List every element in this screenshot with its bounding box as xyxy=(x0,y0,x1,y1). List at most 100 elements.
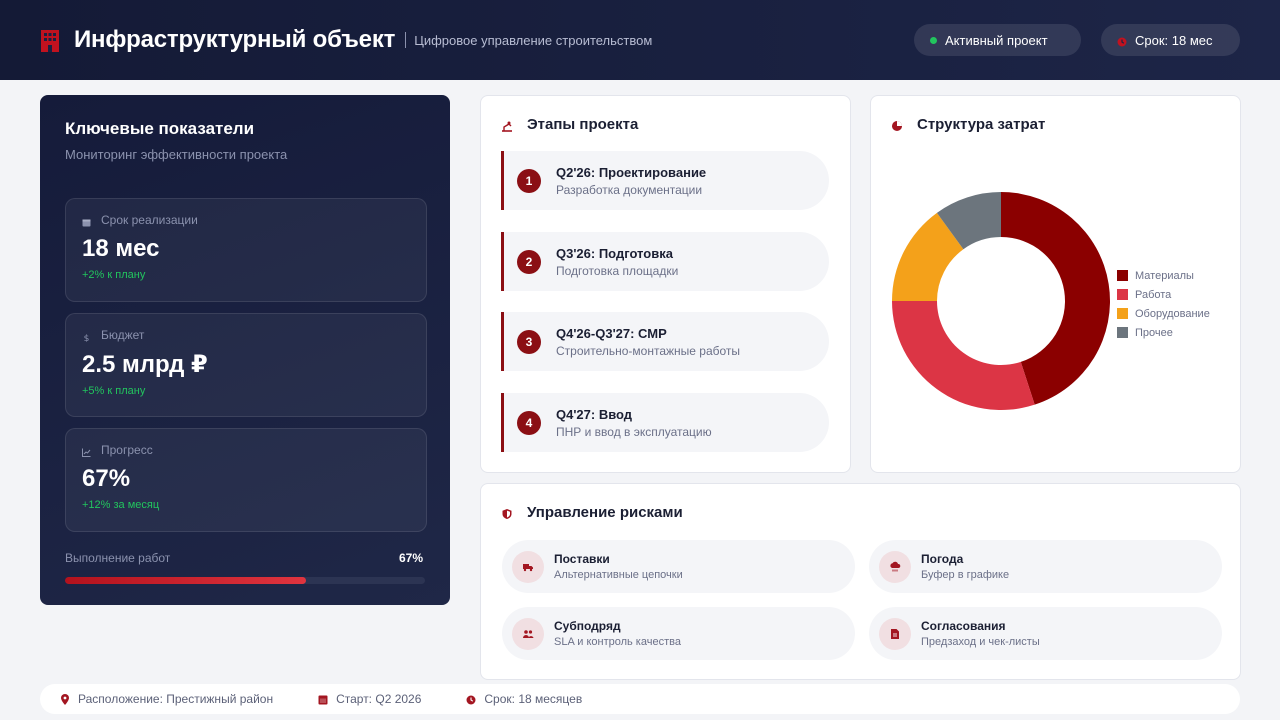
kpi-card-label-row: Срок реализации xyxy=(82,213,410,227)
risk-text: Субподряд SLA и контроль качества xyxy=(554,619,681,648)
kpi-card-progress[interactable]: Прогресс 67% +12% за месяц xyxy=(65,428,427,532)
legend-label: Материалы xyxy=(1135,269,1194,282)
risks-title-label: Управление рисками xyxy=(527,504,683,521)
calendar-icon xyxy=(82,216,91,226)
stage-desc: Подготовка площадки xyxy=(556,263,679,278)
risk-item-approvals[interactable]: Согласования Предзаход и чек-листы xyxy=(869,607,1222,660)
risk-text: Согласования Предзаход и чек-листы xyxy=(921,619,1040,648)
progress-value: 67% xyxy=(398,551,423,565)
calendar-icon xyxy=(318,694,328,705)
stage-text: Q2'26: Проектирование Разработка докумен… xyxy=(556,165,706,197)
risk-title: Согласования xyxy=(921,619,1006,633)
risk-title: Погода xyxy=(921,552,964,566)
risk-text: Поставки Альтернативные цепочки xyxy=(554,552,683,581)
stage-item[interactable]: 1 Q2'26: Проектирование Разработка докум… xyxy=(501,151,829,210)
stage-desc: ПНР и ввод в эксплуатацию xyxy=(556,424,712,439)
header-status-group: Активный проект Срок: 18 мес xyxy=(914,24,1240,56)
footer-location-label: Расположение: Престижный район xyxy=(78,692,274,706)
legend-item[interactable]: Прочее xyxy=(1117,323,1210,342)
kpi-card-label: Срок реализации xyxy=(101,213,198,227)
footer-duration-label: Срок: 18 месяцев xyxy=(484,692,583,706)
progress-bar xyxy=(65,577,425,584)
risks-card: Управление рисками Поставки Альтернативн… xyxy=(480,483,1241,680)
legend-item[interactable]: Работа xyxy=(1117,285,1210,304)
stage-number: 4 xyxy=(517,410,541,435)
risk-item-supply[interactable]: Поставки Альтернативные цепочки xyxy=(502,540,855,593)
stage-desc: Разработка документации xyxy=(556,182,703,197)
risk-desc: Альтернативные цепочки xyxy=(554,569,683,581)
kpi-card-label: Бюджет xyxy=(101,328,145,342)
crane-icon xyxy=(501,119,513,132)
risk-desc: SLA и контроль качества xyxy=(554,636,681,648)
legend-item[interactable]: Материалы xyxy=(1117,266,1210,285)
cloud-rain-icon xyxy=(879,550,911,583)
stage-title: Q4'27: Ввод xyxy=(556,406,633,422)
term-badge[interactable]: Срок: 18 мес xyxy=(1101,24,1240,56)
chart-icon xyxy=(82,446,91,457)
kpi-card-delta: +2% к плану xyxy=(82,269,146,281)
footer-start: Старт: Q2 2026 xyxy=(318,692,421,706)
stages-title: Этапы проекта xyxy=(501,116,638,133)
risk-title: Субподряд xyxy=(554,619,621,633)
legend-swatch xyxy=(1117,289,1128,300)
footer-bar: Расположение: Престижный район Старт: Q2… xyxy=(40,684,1240,714)
stage-number: 2 xyxy=(517,249,541,274)
footer-location: Расположение: Престижный район xyxy=(60,692,273,706)
cost-legend: Материалы Работа Оборудование Прочее xyxy=(1117,266,1210,342)
donut-slice-2[interactable] xyxy=(892,301,1035,410)
legend-label: Оборудование xyxy=(1135,307,1210,320)
stage-item[interactable]: 3 Q4'26-Q3'27: СМР Строительно-монтажные… xyxy=(501,312,829,371)
svg-text:$: $ xyxy=(84,334,90,342)
kpi-card-value: 2.5 млрд ₽ xyxy=(82,351,208,378)
clock-icon xyxy=(466,694,476,705)
costs-card: Структура затрат Материалы Работа Оборудов… xyxy=(870,95,1241,473)
legend-label: Прочее xyxy=(1135,326,1173,339)
header-bar: Инфраструктурный объект Цифровое управле… xyxy=(0,0,1280,80)
kpi-card-budget[interactable]: $ Бюджет 2.5 млрд ₽ +5% к плану xyxy=(65,313,427,417)
risk-item-weather[interactable]: Погода Буфер в графике xyxy=(869,540,1222,593)
stage-text: Q4'27: Ввод ПНР и ввод в эксплуатацию xyxy=(556,407,712,439)
status-badge-label: Активный проект xyxy=(945,32,1048,48)
kpi-card-duration[interactable]: Срок реализации 18 мес +2% к плану xyxy=(65,198,427,302)
risk-title: Поставки xyxy=(554,552,610,566)
stage-text: Q4'26-Q3'27: СМР Строительно-монтажные р… xyxy=(556,326,740,358)
risk-text: Погода Буфер в графике xyxy=(921,552,1009,581)
map-pin-icon xyxy=(60,693,70,705)
title-divider xyxy=(405,32,407,48)
clock-icon xyxy=(1117,35,1127,47)
stage-item[interactable]: 4 Q4'27: Ввод ПНР и ввод в эксплуатацию xyxy=(501,393,829,452)
stage-title: Q4'26-Q3'27: СМР xyxy=(556,325,667,341)
progress-label-row: Выполнение работ 67% xyxy=(65,551,423,565)
users-icon xyxy=(512,617,544,650)
kpi-card-delta: +12% за месяц xyxy=(82,499,160,511)
kpi-card-delta: +5% к плану xyxy=(82,385,146,397)
kpi-card-label: Прогресс xyxy=(101,443,153,457)
risk-desc: Буфер в графике xyxy=(921,569,1010,581)
legend-swatch xyxy=(1117,308,1128,319)
stages-title-label: Этапы проекта xyxy=(527,116,639,133)
document-icon xyxy=(879,617,911,650)
kpi-card-label-row: Прогресс xyxy=(82,443,410,457)
stage-desc: Строительно-монтажные работы xyxy=(556,343,741,358)
progress-label: Выполнение работ xyxy=(65,551,171,565)
building-icon xyxy=(40,28,60,52)
shield-icon xyxy=(501,507,513,519)
page-title: Инфраструктурный объект xyxy=(74,26,396,53)
truck-icon xyxy=(512,550,544,583)
stage-number: 1 xyxy=(517,168,541,193)
legend-item[interactable]: Оборудование xyxy=(1117,304,1210,323)
page-subtitle: Цифровое управление строительством xyxy=(414,32,653,48)
status-dot-icon xyxy=(930,36,937,44)
status-badge[interactable]: Активный проект xyxy=(914,24,1081,56)
risks-title: Управление рисками xyxy=(501,504,683,521)
dollar-icon: $ xyxy=(82,331,91,344)
kpi-card-label-row: $ Бюджет xyxy=(82,328,410,344)
stage-item[interactable]: 2 Q3'26: Подготовка Подготовка площадки xyxy=(501,232,829,291)
legend-swatch xyxy=(1117,270,1128,281)
stage-title: Q2'26: Проектирование xyxy=(556,164,707,180)
kpi-title: Ключевые показатели xyxy=(65,119,255,138)
stage-number: 3 xyxy=(517,329,541,354)
stage-text: Q3'26: Подготовка Подготовка площадки xyxy=(556,246,678,278)
kpi-subtitle: Мониторинг эффективности проекта xyxy=(65,147,288,162)
risk-item-subcontract[interactable]: Субподряд SLA и контроль качества xyxy=(502,607,855,660)
